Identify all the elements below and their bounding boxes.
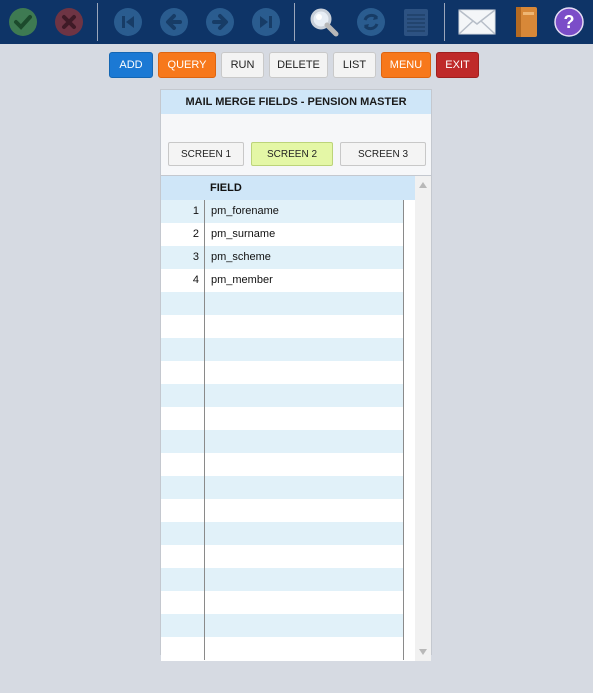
first-record-icon[interactable] [112, 6, 144, 38]
table-row[interactable] [161, 407, 404, 430]
table-row[interactable]: 3 pm_scheme [161, 246, 404, 269]
table-row[interactable] [161, 338, 404, 361]
scroll-up-icon[interactable] [415, 178, 431, 192]
search-icon[interactable] [308, 6, 340, 38]
table-row[interactable] [161, 476, 404, 499]
grid-rows: 1 pm_forename 2 pm_surname 3 pm_scheme 4 pm_mem… [161, 200, 404, 660]
menu-button[interactable]: MENU [381, 52, 431, 78]
mail-icon[interactable] [458, 6, 496, 38]
field-cell[interactable]: pm_member [211, 269, 273, 292]
tab-screen-1[interactable]: SCREEN 1 [168, 142, 244, 166]
tab-screen-2[interactable]: SCREEN 2 [251, 142, 333, 166]
add-button[interactable]: ADD [109, 52, 153, 78]
grid-scrollbar[interactable] [415, 176, 431, 661]
table-row[interactable] [161, 568, 404, 591]
panel-title: MAIL MERGE FIELDS - PENSION MASTER [161, 90, 431, 114]
notepad-icon[interactable] [400, 6, 432, 38]
table-row[interactable] [161, 384, 404, 407]
table-row[interactable] [161, 499, 404, 522]
scroll-down-icon[interactable] [415, 645, 431, 659]
toolbar-separator [294, 3, 295, 41]
grid-header: FIELD [161, 176, 415, 200]
fields-grid: FIELD 1 pm_forename 2 pm_surname 3 pm_scheme 4… [161, 175, 431, 661]
column-header-field: FIELD [210, 182, 242, 194]
table-row[interactable]: 1 pm_forename [161, 200, 404, 223]
grid-divider [204, 200, 205, 660]
field-cell[interactable]: pm_scheme [211, 246, 271, 269]
grid-divider [403, 200, 404, 660]
run-button[interactable]: RUN [221, 52, 264, 78]
exit-button[interactable]: EXIT [436, 52, 479, 78]
toolbar-separator [97, 3, 98, 41]
row-number: 3 [192, 251, 199, 263]
check-icon[interactable] [7, 6, 39, 38]
table-row[interactable] [161, 292, 404, 315]
table-row[interactable] [161, 522, 404, 545]
table-row[interactable] [161, 637, 404, 660]
previous-record-icon[interactable] [158, 6, 190, 38]
toolbar-separator [444, 3, 445, 41]
table-row[interactable] [161, 315, 404, 338]
tab-screen-3[interactable]: SCREEN 3 [340, 142, 426, 166]
refresh-icon[interactable] [355, 6, 387, 38]
table-row[interactable]: 2 pm_surname [161, 223, 404, 246]
query-button[interactable]: QUERY [158, 52, 216, 78]
panel-body: SCREEN 1 SCREEN 2 SCREEN 3 FIELD 1 pm_for… [161, 114, 431, 661]
table-row[interactable] [161, 453, 404, 476]
table-row[interactable] [161, 591, 404, 614]
book-icon[interactable] [510, 6, 542, 38]
field-cell[interactable]: pm_forename [211, 200, 279, 223]
mail-merge-panel: MAIL MERGE FIELDS - PENSION MASTER SCREE… [160, 89, 432, 661]
row-number: 1 [192, 205, 199, 217]
delete-button[interactable]: DELETE [269, 52, 328, 78]
table-row[interactable]: 4 pm_member [161, 269, 404, 292]
next-record-icon[interactable] [204, 6, 236, 38]
list-button[interactable]: LIST [333, 52, 376, 78]
row-number: 4 [192, 274, 199, 286]
table-row[interactable] [161, 614, 404, 637]
help-icon[interactable]: ? [553, 6, 585, 38]
table-row[interactable] [161, 361, 404, 384]
cancel-icon[interactable] [53, 6, 85, 38]
last-record-icon[interactable] [250, 6, 282, 38]
table-row[interactable] [161, 545, 404, 568]
field-cell[interactable]: pm_surname [211, 223, 275, 246]
row-number: 2 [192, 228, 199, 240]
help-glyph: ? [564, 12, 575, 32]
table-row[interactable] [161, 430, 404, 453]
toolbar: ? [0, 0, 593, 44]
